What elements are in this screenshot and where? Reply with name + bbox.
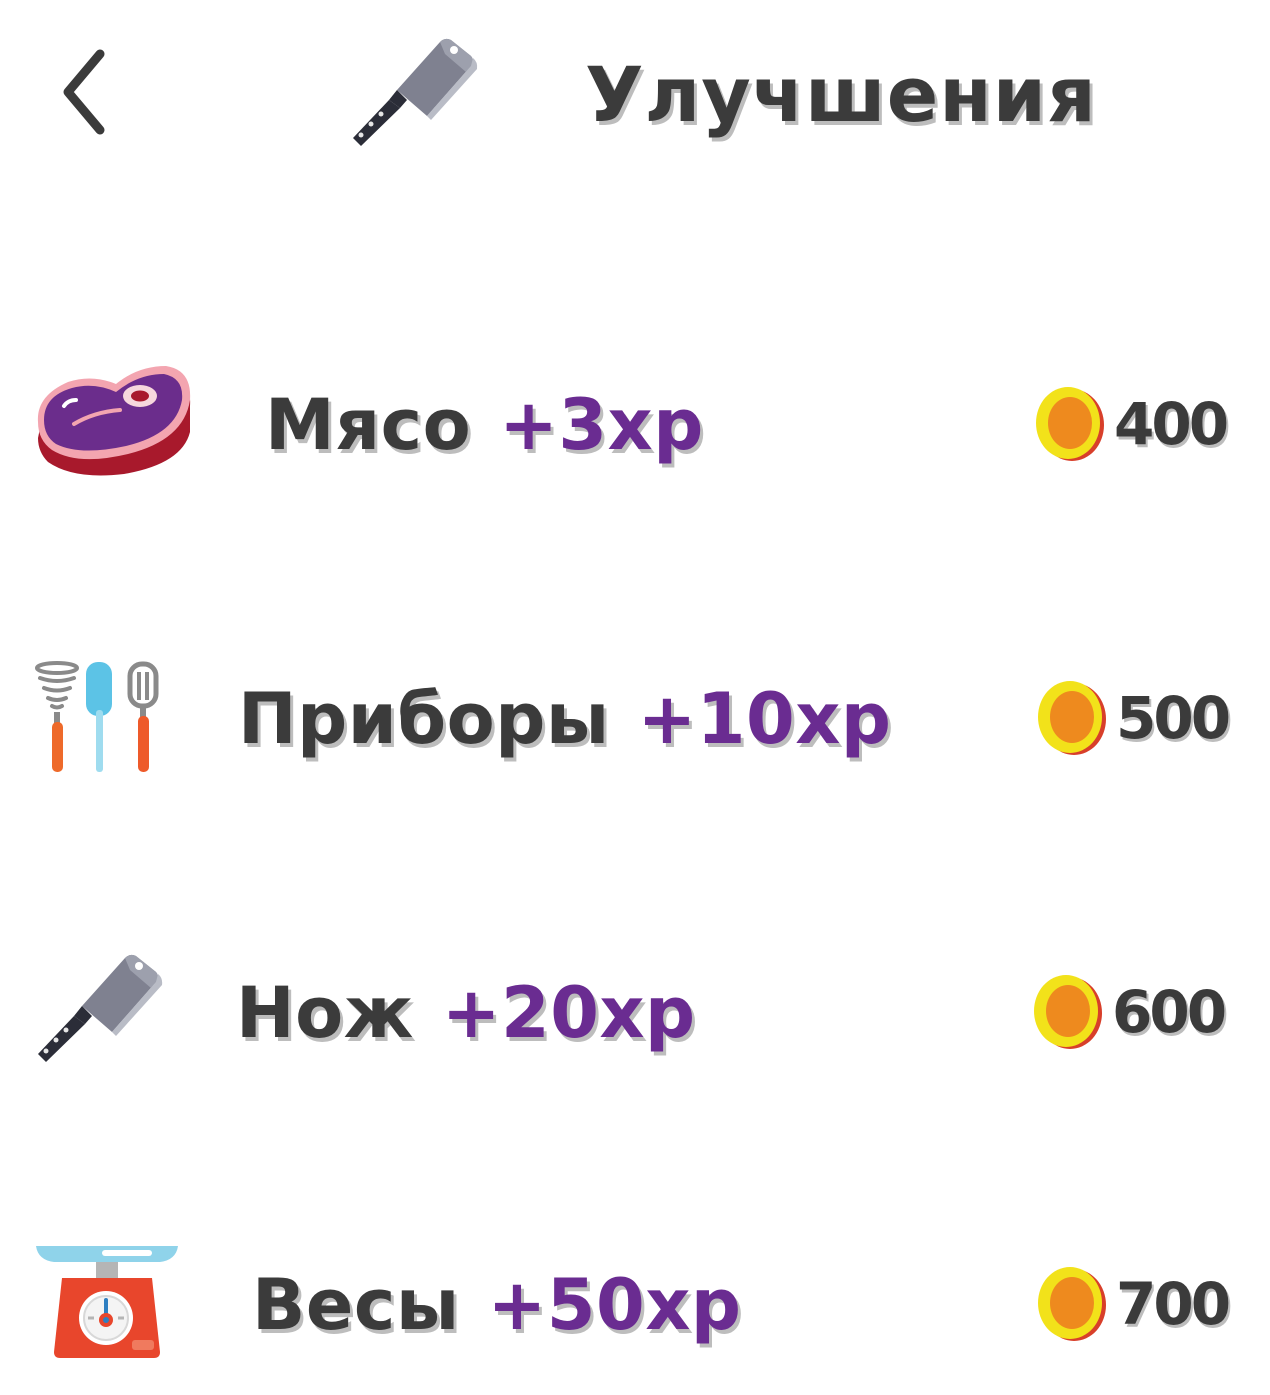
upgrade-bonus: +50xp	[487, 1264, 742, 1346]
cleaver-icon	[30, 950, 165, 1065]
upgrade-row-meat[interactable]: Мясо +3xp 400	[0, 362, 1270, 492]
upgrade-bonus: +3xp	[499, 384, 704, 466]
upgrade-bonus: +20xp	[441, 972, 696, 1054]
coin-icon	[1032, 973, 1104, 1051]
back-button[interactable]	[48, 44, 128, 144]
price-tag: 400	[1034, 384, 1229, 464]
price-value: 500	[1116, 684, 1231, 752]
kitchen-scale-icon	[36, 1246, 178, 1358]
cleaver-icon	[345, 34, 480, 149]
price-tag: 500	[1036, 678, 1231, 758]
coin-icon	[1036, 1265, 1108, 1343]
chevron-left-icon	[63, 49, 105, 135]
price-value: 600	[1112, 978, 1227, 1046]
upgrade-name: Весы	[252, 1264, 460, 1346]
page-title: Улучшения	[585, 50, 1097, 139]
upgrade-name: Нож	[236, 972, 414, 1054]
coin-icon	[1036, 679, 1108, 757]
upgrade-bonus: +10xp	[637, 678, 892, 760]
price-value: 400	[1114, 390, 1229, 458]
upgrade-row-knife[interactable]: Нож +20xp 600	[0, 950, 1270, 1080]
price-value: 700	[1116, 1270, 1231, 1338]
price-tag: 700	[1036, 1264, 1231, 1344]
utensils-icon	[35, 661, 159, 772]
upgrade-name: Мясо	[265, 384, 472, 466]
price-tag: 600	[1032, 972, 1227, 1052]
coin-icon	[1034, 385, 1106, 463]
steak-icon	[37, 366, 191, 476]
upgrade-row-scales[interactable]: Весы +50xp 700	[0, 1242, 1270, 1372]
upgrade-row-utensils[interactable]: Приборы +10xp 500	[0, 656, 1270, 786]
upgrade-name: Приборы	[238, 678, 610, 760]
